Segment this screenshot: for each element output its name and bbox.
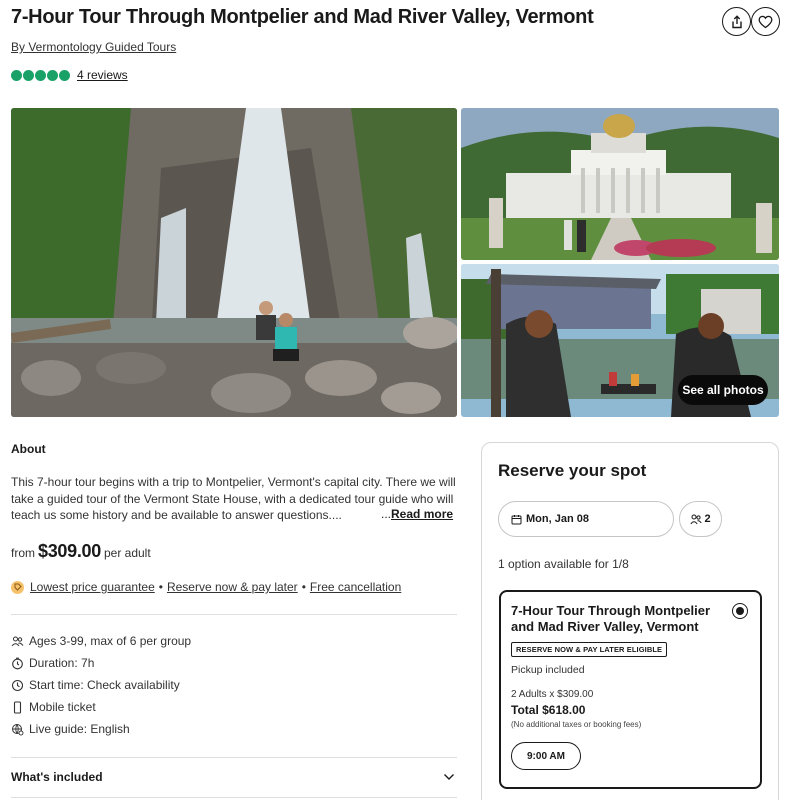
calendar-icon bbox=[511, 514, 522, 524]
time-slot-button[interactable]: 9:00 AM bbox=[511, 742, 581, 770]
share-icon bbox=[731, 14, 742, 28]
rating-bubble bbox=[47, 69, 58, 81]
rating-bubble bbox=[59, 69, 70, 81]
page-title: 7-Hour Tour Through Montpelier and Mad R… bbox=[11, 6, 594, 28]
divider bbox=[11, 797, 457, 798]
see-all-photos-button[interactable]: See all photos bbox=[678, 375, 768, 405]
option-title: 7-Hour Tour Through Montpelier and Mad R… bbox=[511, 603, 711, 634]
whats-included-label: What's included bbox=[11, 770, 103, 784]
group-icon bbox=[11, 635, 24, 648]
price-prefix: from bbox=[11, 546, 35, 560]
reserve-later-badge: RESERVE NOW & PAY LATER ELIGIBLE bbox=[511, 642, 668, 657]
detail-text: Start time: Check availability bbox=[29, 678, 180, 692]
detail-text: Ages 3-99, max of 6 per group bbox=[29, 634, 192, 648]
operator-link[interactable]: By Vermontology Guided Tours bbox=[11, 40, 176, 54]
read-more: ...Read more bbox=[379, 507, 454, 521]
option-radio[interactable] bbox=[732, 603, 748, 619]
detail-text: Mobile ticket bbox=[29, 700, 96, 714]
detail-guide: Live guide: English bbox=[11, 722, 130, 736]
feature-separator: • bbox=[158, 580, 163, 594]
guest-count: 2 bbox=[704, 513, 711, 525]
feature-separator: • bbox=[301, 580, 306, 594]
read-more-link[interactable]: Read more bbox=[391, 507, 453, 521]
free-cancellation-link[interactable]: Free cancellation bbox=[310, 580, 401, 594]
timer-icon bbox=[11, 657, 24, 670]
photo-state-house[interactable] bbox=[461, 108, 779, 260]
globe-icon bbox=[11, 723, 24, 736]
phone-icon bbox=[11, 700, 24, 714]
people-icon bbox=[690, 514, 703, 524]
price: from $309.00 per adult bbox=[11, 541, 151, 562]
operator-byline: By Vermontology Guided Tours bbox=[11, 40, 176, 54]
save-button[interactable] bbox=[751, 7, 780, 36]
detail-start-time: Start time: Check availability bbox=[11, 678, 180, 692]
rating-bubble bbox=[23, 69, 34, 81]
reserve-later-link[interactable]: Reserve now & pay later bbox=[167, 580, 298, 594]
about-heading: About bbox=[11, 442, 46, 456]
rating: 4 reviews bbox=[11, 68, 128, 82]
pickup-info: Pickup included bbox=[511, 664, 585, 676]
options-available: 1 option available for 1/8 bbox=[498, 557, 629, 571]
share-button[interactable] bbox=[722, 7, 751, 36]
photo-waterfall[interactable] bbox=[11, 108, 457, 417]
clock-icon bbox=[11, 679, 24, 692]
booking-features: Lowest price guarantee • Reserve now & p… bbox=[11, 580, 401, 594]
adults-price: 2 Adults x $309.00 bbox=[511, 689, 594, 700]
fees-note: (No additional taxes or booking fees) bbox=[511, 720, 642, 729]
price-amount: $309.00 bbox=[38, 541, 101, 561]
reviews-link[interactable]: 4 reviews bbox=[77, 68, 128, 82]
total-price: Total $618.00 bbox=[511, 703, 586, 717]
radio-selected-dot bbox=[736, 607, 744, 615]
divider bbox=[11, 614, 457, 615]
detail-ages: Ages 3-99, max of 6 per group bbox=[11, 634, 191, 648]
date-picker[interactable]: Mon, Jan 08 bbox=[498, 501, 674, 537]
read-more-ellipsis: ... bbox=[381, 507, 392, 521]
lowest-price-link[interactable]: Lowest price guarantee bbox=[30, 580, 155, 594]
price-suffix: per adult bbox=[103, 546, 151, 560]
reserve-heading: Reserve your spot bbox=[498, 461, 647, 480]
detail-text: Live guide: English bbox=[29, 722, 130, 736]
rating-bubble bbox=[11, 69, 22, 81]
rating-bubble bbox=[35, 69, 46, 81]
price-tag-icon bbox=[11, 580, 24, 594]
divider bbox=[11, 757, 457, 758]
detail-duration: Duration: 7h bbox=[11, 656, 94, 670]
guest-picker[interactable]: 2 bbox=[679, 501, 722, 537]
whats-included-toggle[interactable]: What's included bbox=[11, 770, 457, 784]
detail-text: Duration: 7h bbox=[29, 656, 95, 670]
detail-ticket: Mobile ticket bbox=[11, 700, 96, 714]
date-value: Mon, Jan 08 bbox=[526, 513, 589, 525]
heart-icon bbox=[758, 15, 773, 28]
chevron-down-icon bbox=[444, 774, 454, 780]
